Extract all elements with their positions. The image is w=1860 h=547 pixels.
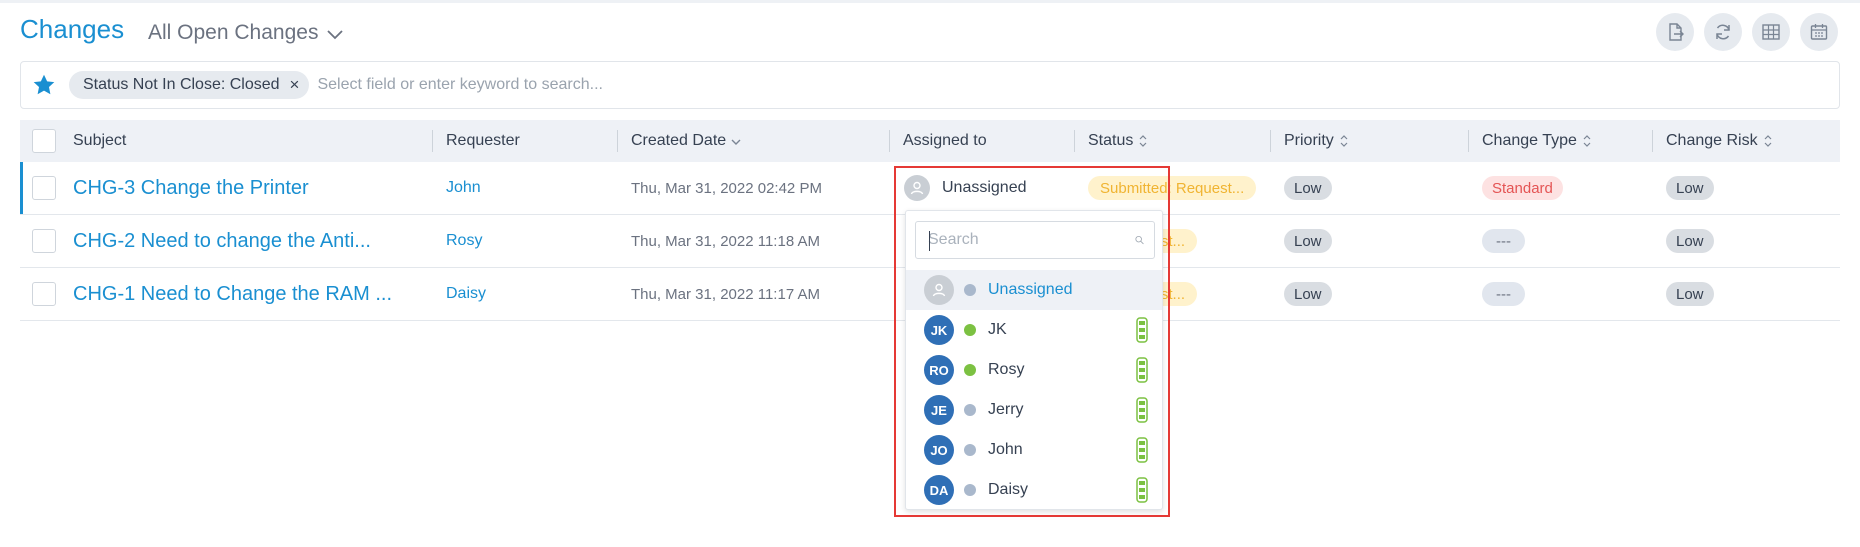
search-input[interactable]	[317, 76, 1018, 94]
row-checkbox[interactable]	[32, 282, 56, 306]
sort-icon	[1340, 135, 1348, 147]
row-checkbox[interactable]	[32, 176, 56, 200]
select-all-checkbox[interactable]	[32, 129, 56, 153]
column-change-type[interactable]: Change Type	[1468, 120, 1592, 162]
calendar-view-icon	[1810, 24, 1828, 40]
row-created-date: Thu, Mar 31, 2022 11:18 AM	[631, 232, 821, 250]
sort-desc-icon	[731, 139, 741, 145]
row-created-date: Thu, Mar 31, 2022 02:42 PM	[631, 179, 822, 197]
top-border	[0, 0, 1860, 3]
column-subject-label: Subject	[73, 132, 127, 149]
export-button[interactable]	[1656, 13, 1694, 51]
table-view-button[interactable]	[1752, 13, 1790, 51]
column-change-type-label: Change Type	[1482, 132, 1577, 149]
column-change-risk[interactable]: Change Risk	[1652, 120, 1773, 162]
sort-icon	[1139, 135, 1147, 147]
column-priority[interactable]: Priority	[1270, 120, 1349, 162]
column-created-date[interactable]: Created Date	[617, 120, 741, 162]
row-created-date: Thu, Mar 31, 2022 11:17 AM	[631, 285, 821, 303]
row-requester-link[interactable]: John	[446, 162, 481, 214]
row-requester-link[interactable]: Daisy	[446, 268, 486, 320]
column-requester[interactable]: Requester	[432, 120, 520, 162]
column-assigned-to[interactable]: Assigned to	[889, 120, 987, 162]
change-type-badge: Standard	[1482, 176, 1563, 200]
change-type-cell[interactable]: Standard	[1482, 162, 1563, 214]
export-icon	[1669, 23, 1684, 41]
column-assigned-to-label: Assigned to	[903, 132, 987, 149]
change-type-cell[interactable]: ---	[1482, 268, 1525, 320]
row-subject-link[interactable]: CHG-3 Change the Printer	[73, 162, 309, 214]
view-selector[interactable]: All Open Changes	[148, 21, 344, 45]
change-risk-badge: Low	[1666, 282, 1714, 306]
priority-badge: Low	[1284, 176, 1332, 200]
column-status[interactable]: Status	[1074, 120, 1148, 162]
refresh-icon	[1716, 24, 1730, 40]
page-title: Changes	[20, 14, 125, 44]
row-subject-link[interactable]: CHG-1 Need to Change the RAM ...	[73, 268, 392, 320]
remove-filter-icon[interactable]: ×	[290, 75, 300, 95]
priority-cell[interactable]: Low	[1284, 215, 1332, 267]
calendar-view-button[interactable]	[1800, 13, 1838, 51]
change-risk-badge: Low	[1666, 229, 1714, 253]
filter-chip-label: Status Not In Close: Closed	[83, 76, 280, 93]
column-status-label: Status	[1088, 132, 1134, 149]
change-type-badge: ---	[1482, 282, 1525, 306]
row-checkbox[interactable]	[32, 229, 56, 253]
table-header: Subject Requester Created Date Assigned …	[20, 120, 1840, 162]
sort-icon	[1583, 135, 1591, 147]
column-change-risk-label: Change Risk	[1666, 132, 1758, 149]
sort-icon	[1764, 135, 1772, 147]
change-type-cell[interactable]: ---	[1482, 215, 1525, 267]
view-label: All Open Changes	[148, 21, 319, 44]
row-subject-link[interactable]: CHG-2 Need to change the Anti...	[73, 215, 371, 267]
column-priority-label: Priority	[1284, 132, 1334, 149]
change-risk-badge: Low	[1666, 176, 1714, 200]
priority-cell[interactable]: Low	[1284, 268, 1332, 320]
change-risk-cell[interactable]: Low	[1666, 215, 1714, 267]
highlight-box	[894, 166, 1170, 517]
table-view-icon	[1762, 24, 1780, 40]
refresh-button[interactable]	[1704, 13, 1742, 51]
header-actions	[1656, 13, 1838, 51]
star-icon[interactable]	[31, 72, 57, 98]
filter-chip[interactable]: Status Not In Close: Closed ×	[69, 71, 310, 99]
column-subject[interactable]: Subject	[73, 120, 126, 162]
change-risk-cell[interactable]: Low	[1666, 268, 1714, 320]
row-requester-link[interactable]: Rosy	[446, 215, 482, 267]
priority-cell[interactable]: Low	[1284, 162, 1332, 214]
priority-badge: Low	[1284, 229, 1332, 253]
change-risk-cell[interactable]: Low	[1666, 162, 1714, 214]
column-requester-label: Requester	[446, 132, 520, 149]
search-bar[interactable]: Status Not In Close: Closed ×	[20, 61, 1840, 109]
priority-badge: Low	[1284, 282, 1332, 306]
column-created-date-label: Created Date	[631, 132, 727, 149]
chevron-down-icon	[327, 30, 344, 40]
change-type-badge: ---	[1482, 229, 1525, 253]
